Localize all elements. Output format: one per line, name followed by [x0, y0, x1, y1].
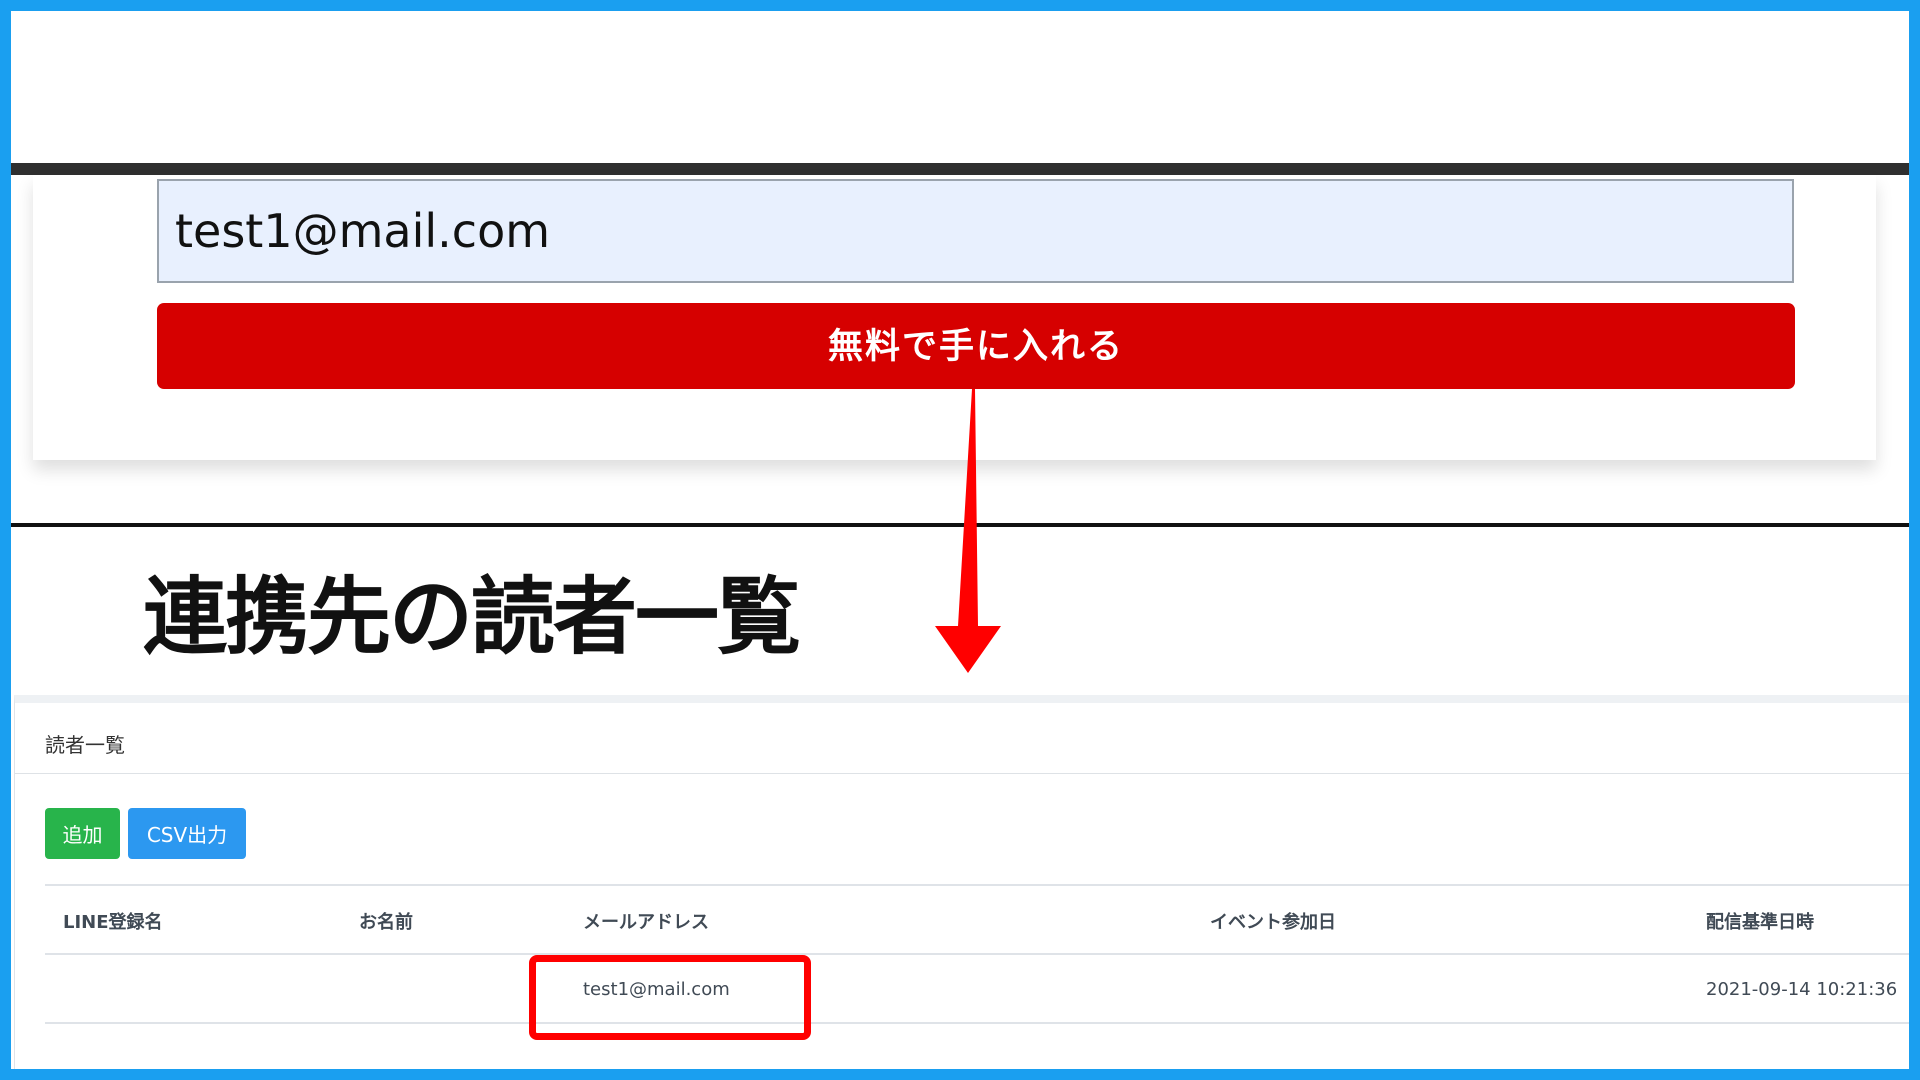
- email-input[interactable]: [157, 179, 1794, 283]
- table-top-border: [45, 884, 1909, 886]
- panel-header: 読者一覧: [15, 703, 1909, 774]
- column-header-name[interactable]: お名前: [359, 908, 413, 934]
- column-header-delivery-datetime[interactable]: 配信基準日時: [1706, 908, 1814, 934]
- column-header-event-date[interactable]: イベント参加日: [1210, 908, 1336, 934]
- get-free-button[interactable]: 無料で手に入れる: [157, 303, 1795, 389]
- column-header-email[interactable]: メールアドレス: [583, 908, 709, 934]
- csv-export-button[interactable]: CSV出力: [128, 808, 246, 859]
- annotation-heading: 連携先の読者一覧: [143, 568, 801, 666]
- table-header-divider: [45, 953, 1909, 955]
- email-highlight-box: [529, 955, 811, 1040]
- panel-title: 読者一覧: [45, 733, 125, 757]
- table-row-divider: [45, 1022, 1909, 1024]
- column-header-line-name[interactable]: LINE登録名: [63, 908, 163, 934]
- screenshot-frame: 無料で手に入れる 連携先の読者一覧 読者一覧 追加 CSV出力 LINE登録名 …: [0, 0, 1920, 1080]
- add-button[interactable]: 追加: [45, 808, 120, 859]
- page-top-bar: [11, 163, 1909, 175]
- cell-delivery-datetime: 2021-09-14 10:21:36: [1706, 979, 1898, 1000]
- reader-list-panel: 読者一覧 追加 CSV出力 LINE登録名 お名前 メールアドレス イベント参加…: [14, 695, 1909, 1069]
- down-arrow-icon: [935, 389, 1001, 673]
